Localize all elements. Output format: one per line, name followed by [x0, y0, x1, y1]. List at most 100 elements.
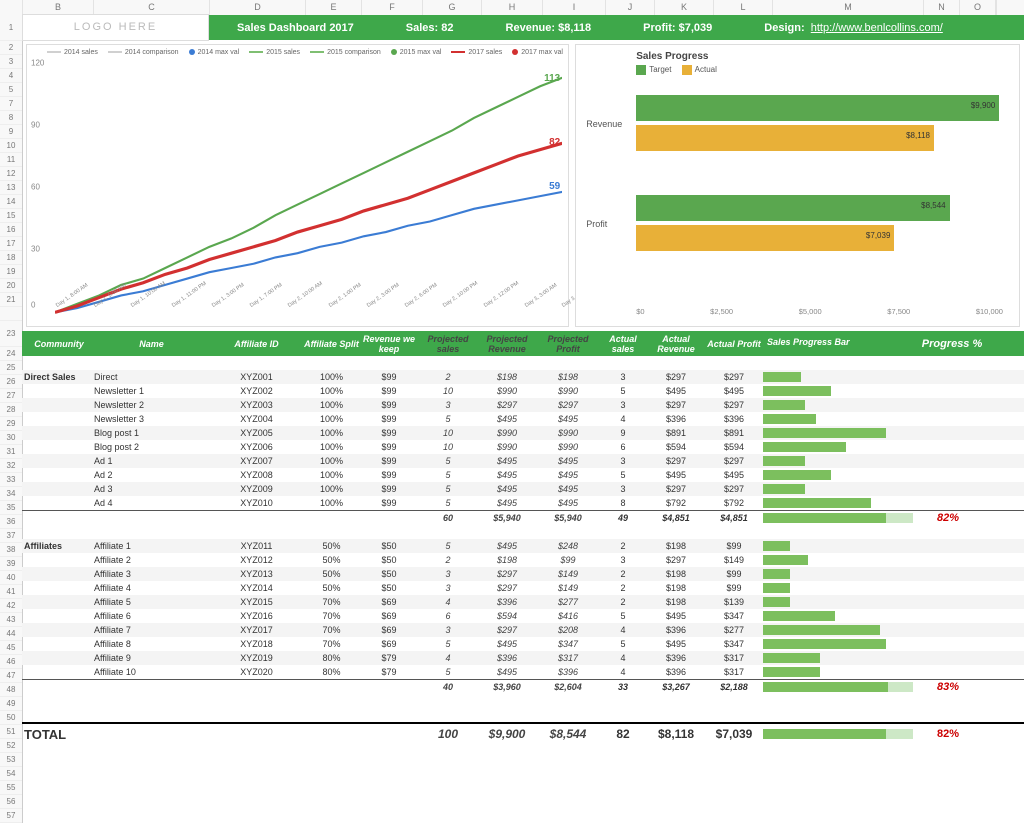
- table-row[interactable]: Newsletter 1XYZ002100%$9910$990$9905$495…: [22, 384, 1024, 398]
- table-row[interactable]: Affiliate 5XYZ01570%$694$396$2772$198$13…: [22, 595, 1024, 609]
- table-row[interactable]: AffiliatesAffiliate 1XYZ01150%$505$495$2…: [22, 539, 1024, 553]
- row-header[interactable]: 29: [0, 417, 22, 431]
- row-header[interactable]: 45: [0, 641, 22, 655]
- col-header-H[interactable]: H: [482, 0, 543, 15]
- row-header[interactable]: 16: [0, 223, 22, 237]
- row-header[interactable]: 36: [0, 515, 22, 529]
- table-row[interactable]: Ad 3XYZ009100%$995$495$4953$297$297: [22, 482, 1024, 496]
- row-header[interactable]: 32: [0, 459, 22, 473]
- row-header[interactable]: 13: [0, 181, 22, 195]
- design-credit: Design: http://www.benlcollins.com/: [738, 22, 969, 34]
- table-row[interactable]: Affiliate 3XYZ01350%$503$297$1492$198$99: [22, 567, 1024, 581]
- row-header[interactable]: 51: [0, 725, 22, 739]
- row-header[interactable]: 20: [0, 279, 22, 293]
- col-header-N[interactable]: N: [924, 0, 960, 15]
- col-header-F[interactable]: F: [362, 0, 423, 15]
- row-header[interactable]: 26: [0, 375, 22, 389]
- row-header[interactable]: 41: [0, 585, 22, 599]
- row-header[interactable]: 28: [0, 403, 22, 417]
- row-header[interactable]: 56: [0, 795, 22, 809]
- row-header[interactable]: 55: [0, 781, 22, 795]
- col-header-L[interactable]: L: [714, 0, 773, 15]
- table-row[interactable]: Affiliate 2XYZ01250%$502$198$993$297$149: [22, 553, 1024, 567]
- row-header[interactable]: 44: [0, 627, 22, 641]
- table-row[interactable]: Blog post 2XYZ006100%$9910$990$9906$594$…: [22, 440, 1024, 454]
- col-header-M[interactable]: M: [773, 0, 924, 15]
- row-header[interactable]: 39: [0, 557, 22, 571]
- col-header-K[interactable]: K: [655, 0, 714, 15]
- col-header-E[interactable]: E: [306, 0, 362, 15]
- table-row[interactable]: Direct SalesDirectXYZ001100%$992$198$198…: [22, 370, 1024, 384]
- table-row[interactable]: Blog post 1XYZ005100%$9910$990$9909$891$…: [22, 426, 1024, 440]
- table-row[interactable]: Newsletter 3XYZ004100%$995$495$4954$396$…: [22, 412, 1024, 426]
- row-header[interactable]: 25: [0, 361, 22, 375]
- table-row[interactable]: Ad 4XYZ010100%$995$495$4958$792$792: [22, 496, 1024, 510]
- row-header[interactable]: 43: [0, 613, 22, 627]
- table-row[interactable]: Affiliate 8XYZ01870%$695$495$3475$495$34…: [22, 637, 1024, 651]
- kpi-profit: Profit: $7,039: [617, 22, 738, 34]
- table-row[interactable]: Affiliate 4XYZ01450%$503$297$1492$198$99: [22, 581, 1024, 595]
- y-tick: 30: [31, 245, 40, 254]
- row-header[interactable]: 47: [0, 669, 22, 683]
- row-header[interactable]: 40: [0, 571, 22, 585]
- row-header[interactable]: 2: [0, 41, 22, 55]
- row-header[interactable]: 18: [0, 251, 22, 265]
- col-header-I[interactable]: I: [543, 0, 606, 15]
- col-header-J[interactable]: J: [606, 0, 655, 15]
- row-header[interactable]: 33: [0, 473, 22, 487]
- row-header[interactable]: 52: [0, 739, 22, 753]
- col-header-C[interactable]: C: [94, 0, 210, 15]
- col-header-D[interactable]: D: [210, 0, 306, 15]
- row-header[interactable]: 5: [0, 83, 22, 97]
- row-header[interactable]: 19: [0, 265, 22, 279]
- row-header[interactable]: 8: [0, 111, 22, 125]
- row-header[interactable]: 3: [0, 55, 22, 69]
- row-header[interactable]: 24: [0, 347, 22, 361]
- table-row[interactable]: Affiliate 7XYZ01770%$693$297$2084$396$27…: [22, 623, 1024, 637]
- row-header[interactable]: 46: [0, 655, 22, 669]
- row-header[interactable]: 7: [0, 97, 22, 111]
- row-header[interactable]: 17: [0, 237, 22, 251]
- row-header[interactable]: 49: [0, 697, 22, 711]
- row-header[interactable]: 15: [0, 209, 22, 223]
- row-header[interactable]: 38: [0, 543, 22, 557]
- row-header[interactable]: [0, 307, 22, 321]
- table-row[interactable]: Ad 1XYZ007100%$995$495$4953$297$297: [22, 454, 1024, 468]
- table-row[interactable]: Affiliate 6XYZ01670%$696$594$4165$495$34…: [22, 609, 1024, 623]
- series-end-label: 59: [549, 181, 560, 192]
- col-header-G[interactable]: G: [423, 0, 482, 15]
- row-header[interactable]: 57: [0, 809, 22, 823]
- table-row[interactable]: Newsletter 2XYZ003100%$993$297$2973$297$…: [22, 398, 1024, 412]
- line-chart: 2014 sales2014 comparison2014 max val201…: [26, 44, 569, 327]
- row-header[interactable]: 54: [0, 767, 22, 781]
- row-header[interactable]: 11: [0, 153, 22, 167]
- row-header[interactable]: 50: [0, 711, 22, 725]
- row-header[interactable]: 34: [0, 487, 22, 501]
- corner-cell[interactable]: [0, 0, 23, 15]
- design-link[interactable]: http://www.benlcollins.com/: [811, 22, 943, 34]
- row-header[interactable]: 31: [0, 445, 22, 459]
- row-header[interactable]: 12: [0, 167, 22, 181]
- row-header[interactable]: 27: [0, 389, 22, 403]
- col-header-O[interactable]: O: [960, 0, 996, 15]
- bar-group: Revenue$9,900$8,118: [636, 95, 1003, 165]
- row-header[interactable]: 48: [0, 683, 22, 697]
- table-row[interactable]: Ad 2XYZ008100%$995$495$4955$495$495: [22, 468, 1024, 482]
- row-header[interactable]: 37: [0, 529, 22, 543]
- row-header[interactable]: 14: [0, 195, 22, 209]
- row-header[interactable]: 10: [0, 139, 22, 153]
- bar-category-label: Revenue: [586, 119, 622, 129]
- table-row[interactable]: Affiliate 10XYZ02080%$795$495$3964$396$3…: [22, 665, 1024, 679]
- row-header[interactable]: 30: [0, 431, 22, 445]
- row-header[interactable]: 42: [0, 599, 22, 613]
- row-header[interactable]: 9: [0, 125, 22, 139]
- row-header[interactable]: 23: [0, 321, 22, 347]
- row-header[interactable]: 35: [0, 501, 22, 515]
- row-header[interactable]: 53: [0, 753, 22, 767]
- row-header[interactable]: 1: [0, 15, 22, 41]
- bar-value-label: $8,544: [921, 201, 945, 210]
- row-header[interactable]: 21: [0, 293, 22, 307]
- row-header[interactable]: 4: [0, 69, 22, 83]
- table-row[interactable]: Affiliate 9XYZ01980%$794$396$3174$396$31…: [22, 651, 1024, 665]
- col-header-B[interactable]: B: [23, 0, 94, 15]
